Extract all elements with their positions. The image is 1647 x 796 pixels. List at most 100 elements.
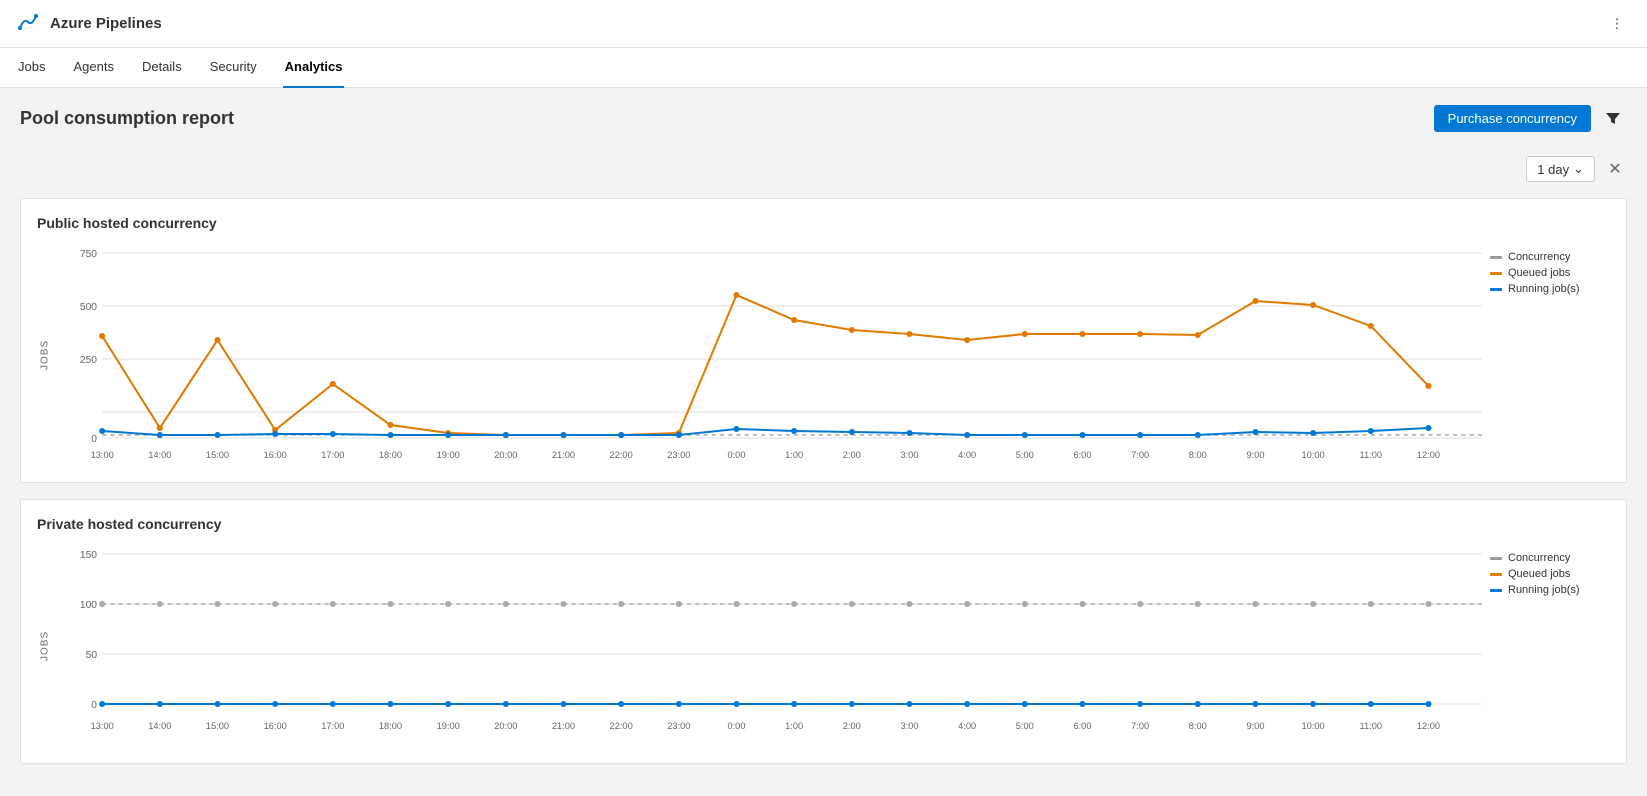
svg-text:14:00: 14:00 [148,450,171,460]
chevron-down-icon: ⌄ [1573,161,1584,177]
svg-text:0: 0 [91,434,97,445]
svg-text:12:00: 12:00 [1417,450,1440,460]
svg-text:50: 50 [86,650,98,661]
public-chart-legend: Concurrency Queued jobs Running job(s) [1490,243,1610,466]
svg-text:4:00: 4:00 [958,721,976,731]
page-title: Pool consumption report [20,108,1434,129]
svg-text:17:00: 17:00 [321,450,344,460]
svg-text:0:00: 0:00 [727,721,745,731]
svg-text:11:00: 11:00 [1360,721,1382,731]
svg-text:14:00: 14:00 [148,721,171,731]
private-legend-concurrency: Concurrency [1490,552,1610,564]
nav-details[interactable]: Details [140,48,184,88]
svg-text:23:00: 23:00 [667,450,690,460]
private-concurrency-chart-section: Private hosted concurrency JOBS 150 100 … [20,499,1627,764]
svg-text:3:00: 3:00 [900,450,918,460]
svg-text:20:00: 20:00 [494,450,517,460]
svg-text:13:00: 13:00 [91,721,114,731]
svg-text:10:00: 10:00 [1302,721,1325,731]
svg-text:6:00: 6:00 [1073,450,1091,460]
svg-text:11:00: 11:00 [1360,450,1382,460]
svg-text:2:00: 2:00 [843,721,861,731]
svg-text:0:00: 0:00 [727,450,745,460]
svg-text:1:00: 1:00 [785,721,803,731]
svg-text:12:00: 12:00 [1417,721,1440,731]
public-chart-y-label: JOBS [37,243,53,466]
svg-text:7:00: 7:00 [1131,450,1149,460]
nav-analytics[interactable]: Analytics [283,48,345,88]
svg-text:19:00: 19:00 [437,450,460,460]
svg-text:13:00: 13:00 [91,450,114,460]
svg-text:16:00: 16:00 [264,450,287,460]
private-chart-y-label: JOBS [37,544,53,747]
svg-text:4:00: 4:00 [958,450,976,460]
private-chart-legend: Concurrency Queued jobs Running job(s) [1490,544,1610,747]
public-concurrency-chart-section: Public hosted concurrency JOBS 750 500 2… [20,198,1627,483]
app-title: Azure Pipelines [50,15,162,32]
navigation-bar: Jobs Agents Details Security Analytics [0,48,1647,88]
public-chart-svg: 750 500 250 0 [61,243,1482,463]
svg-text:0: 0 [91,700,97,711]
running-legend-dot [1490,288,1502,291]
private-chart-title: Private hosted concurrency [37,516,1610,532]
svg-text:750: 750 [80,249,98,260]
private-chart-svg: 150 100 50 0 [61,544,1482,744]
legend-concurrency: Concurrency [1490,251,1610,263]
svg-text:22:00: 22:00 [610,450,633,460]
filter-bar: 1 day ⌄ ✕ [20,148,1627,190]
svg-text:20:00: 20:00 [494,721,517,731]
svg-text:10:00: 10:00 [1302,450,1325,460]
svg-text:21:00: 21:00 [552,721,575,731]
page-content: Pool consumption report Purchase concurr… [0,88,1647,796]
nav-jobs[interactable]: Jobs [16,48,47,88]
private-legend-queued-jobs: Queued jobs [1490,568,1610,580]
public-chart-area: 750 500 250 0 [61,243,1482,466]
svg-text:7:00: 7:00 [1131,721,1149,731]
svg-text:1:00: 1:00 [785,450,803,460]
svg-text:9:00: 9:00 [1246,450,1264,460]
svg-text:8:00: 8:00 [1189,450,1207,460]
filter-icon[interactable] [1599,104,1627,132]
svg-text:18:00: 18:00 [379,450,402,460]
svg-text:500: 500 [80,302,98,313]
svg-text:250: 250 [80,355,98,366]
svg-text:19:00: 19:00 [437,721,460,731]
svg-text:3:00: 3:00 [900,721,918,731]
azure-pipelines-icon [16,12,40,36]
page-header: Pool consumption report Purchase concurr… [20,104,1627,132]
private-concurrency-legend-dot [1490,557,1502,560]
nav-agents[interactable]: Agents [71,48,115,88]
private-chart-area: 150 100 50 0 [61,544,1482,747]
svg-text:100: 100 [80,600,98,611]
app-header: Azure Pipelines ⋮ [0,0,1647,48]
day-select-dropdown[interactable]: 1 day ⌄ [1526,156,1595,182]
svg-text:8:00: 8:00 [1189,721,1207,731]
private-chart-container: JOBS 150 100 50 0 [37,544,1610,747]
svg-text:17:00: 17:00 [321,721,344,731]
svg-text:16:00: 16:00 [264,721,287,731]
svg-text:6:00: 6:00 [1073,721,1091,731]
purchase-concurrency-button[interactable]: Purchase concurrency [1434,105,1591,132]
svg-text:150: 150 [80,550,98,561]
queued-legend-dot [1490,272,1502,275]
more-options-button[interactable]: ⋮ [1603,10,1631,38]
svg-text:5:00: 5:00 [1016,450,1034,460]
svg-text:5:00: 5:00 [1016,721,1034,731]
private-legend-running-jobs: Running job(s) [1490,584,1610,596]
private-running-legend-dot [1490,589,1502,592]
legend-running-jobs: Running job(s) [1490,283,1610,295]
private-queued-legend-dot [1490,573,1502,576]
svg-text:15:00: 15:00 [206,721,229,731]
svg-text:22:00: 22:00 [610,721,633,731]
concurrency-legend-dot [1490,256,1502,259]
close-filter-button[interactable]: ✕ [1603,157,1627,181]
svg-text:21:00: 21:00 [552,450,575,460]
public-chart-container: JOBS 750 500 250 0 [37,243,1610,466]
svg-text:15:00: 15:00 [206,450,229,460]
legend-queued-jobs: Queued jobs [1490,267,1610,279]
svg-text:2:00: 2:00 [843,450,861,460]
nav-security[interactable]: Security [208,48,259,88]
svg-text:18:00: 18:00 [379,721,402,731]
svg-text:9:00: 9:00 [1246,721,1264,731]
svg-text:23:00: 23:00 [667,721,690,731]
